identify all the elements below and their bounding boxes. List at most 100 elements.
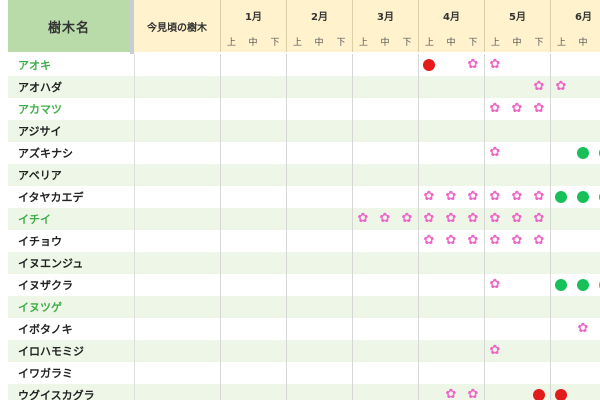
subperiod-header: 下 [264, 30, 286, 52]
subperiod-label: 中 [446, 37, 456, 48]
subperiod-header: 中 [242, 30, 264, 52]
subperiod-label: 上 [226, 37, 236, 48]
tree-name[interactable]: アオキ [8, 54, 130, 76]
cherry-blossom-icon: ✿ [489, 211, 501, 226]
subperiod-label: 中 [248, 37, 258, 48]
tree-name[interactable]: イヌツゲ [8, 296, 130, 318]
now-in-season-cell [134, 384, 220, 400]
month-label: 4月 [443, 11, 460, 23]
subperiod-header: 上 [286, 30, 308, 52]
month-separator [352, 54, 353, 400]
now-in-season-cell [134, 340, 220, 362]
tree-name[interactable]: イヌザクラ [8, 274, 130, 296]
cherry-blossom-icon: ✿ [489, 189, 501, 204]
cherry-blossom-icon: ✿ [445, 387, 457, 400]
cherry-blossom-icon: ✿ [467, 211, 479, 226]
now-in-season-cell [134, 318, 220, 340]
month-header-2: 2月 [286, 0, 352, 30]
now-in-season-header: 今見頃の樹木 [134, 0, 220, 52]
month-header-3: 3月 [352, 0, 418, 30]
cherry-blossom-icon: ✿ [357, 211, 369, 226]
green-dot-icon [577, 191, 589, 203]
tree-name-header: 樹木名 [8, 0, 130, 52]
cherry-blossom-icon: ✿ [511, 101, 523, 116]
cherry-blossom-icon: ✿ [423, 233, 435, 248]
subperiod-label: 中 [314, 37, 324, 48]
subperiod-label: 上 [292, 37, 302, 48]
subperiod-label: 上 [358, 37, 368, 48]
green-dot-icon [577, 279, 589, 291]
tree-name[interactable]: イタヤカエデ [8, 186, 130, 208]
subperiod-label: 下 [402, 37, 412, 48]
tree-name-header-label: 樹木名 [47, 20, 90, 36]
tree-name[interactable]: アジサイ [8, 120, 130, 142]
subperiod-label: 上 [490, 37, 500, 48]
cherry-blossom-icon: ✿ [401, 211, 413, 226]
subperiod-label: 下 [468, 37, 478, 48]
cherry-blossom-icon: ✿ [533, 101, 545, 116]
subperiod-header: 上 [484, 30, 506, 52]
subperiod-label: 上 [424, 37, 434, 48]
tree-name[interactable]: ウグイスカグラ [8, 384, 130, 400]
subperiod-label: 中 [512, 37, 522, 48]
tree-name[interactable]: イヌエンジュ [8, 252, 130, 274]
cherry-blossom-icon: ✿ [467, 189, 479, 204]
subperiod-header: 下 [462, 30, 484, 52]
now-in-season-cell [134, 164, 220, 186]
cherry-blossom-icon: ✿ [423, 189, 435, 204]
bloom-calendar-sheet: 樹木名 今見頃の樹木 1月上中下 2月上中下 3月上中下 4月上中下 5月上中下 6月上中… [0, 0, 600, 400]
red-dot-icon [423, 59, 435, 71]
now-in-season-cell [134, 98, 220, 120]
tree-name[interactable]: アオハダ [8, 76, 130, 98]
cherry-blossom-icon: ✿ [533, 189, 545, 204]
tree-name[interactable]: イボタノキ [8, 318, 130, 340]
tree-name[interactable]: イチイ [8, 208, 130, 230]
tree-name[interactable]: アズキナシ [8, 142, 130, 164]
cherry-blossom-icon: ✿ [445, 189, 457, 204]
tree-name[interactable]: イロハモミジ [8, 340, 130, 362]
cherry-blossom-icon: ✿ [577, 321, 589, 336]
month-header-4: 4月 [418, 0, 484, 30]
month-label: 5月 [509, 11, 526, 23]
month-label: 1月 [245, 11, 262, 23]
cherry-blossom-icon: ✿ [489, 277, 501, 292]
cherry-blossom-icon: ✿ [511, 233, 523, 248]
now-in-season-cell [134, 142, 220, 164]
month-separator [484, 54, 485, 400]
red-dot-icon [533, 389, 545, 400]
cherry-blossom-icon: ✿ [489, 343, 501, 358]
tree-name[interactable]: イワガラミ [8, 362, 130, 384]
subperiod-header: 下 [528, 30, 550, 52]
now-in-season-cell [134, 252, 220, 274]
cherry-blossom-icon: ✿ [511, 189, 523, 204]
cherry-blossom-icon: ✿ [511, 211, 523, 226]
now-in-season-cell [134, 230, 220, 252]
month-separator [550, 54, 551, 400]
subperiod-header: 中 [506, 30, 528, 52]
month-header-1: 1月 [220, 0, 286, 30]
subperiod-header: 上 [418, 30, 440, 52]
month-separator [220, 54, 221, 400]
subperiod-label: 下 [534, 37, 544, 48]
tree-name[interactable]: イチョウ [8, 230, 130, 252]
subperiod-label: 中 [578, 37, 588, 48]
now-in-season-cell [134, 120, 220, 142]
now-in-season-cell [134, 186, 220, 208]
now-in-season-cell [134, 54, 220, 76]
subperiod-header: 中 [572, 30, 594, 52]
month-label: 3月 [377, 11, 394, 23]
now-in-season-cell [134, 296, 220, 318]
cherry-blossom-icon: ✿ [467, 233, 479, 248]
subperiod-label: 中 [380, 37, 390, 48]
now-in-season-cell [134, 274, 220, 296]
subperiod-header: 下 [594, 30, 600, 52]
subperiod-header: 中 [440, 30, 462, 52]
tree-name[interactable]: アカマツ [8, 98, 130, 120]
cherry-blossom-icon: ✿ [445, 233, 457, 248]
tree-name[interactable]: アベリア [8, 164, 130, 186]
now-in-season-header-label: 今見頃の樹木 [147, 22, 207, 34]
cherry-blossom-icon: ✿ [555, 79, 567, 94]
subperiod-header: 上 [550, 30, 572, 52]
month-label: 2月 [311, 11, 328, 23]
red-dot-icon [555, 389, 567, 400]
